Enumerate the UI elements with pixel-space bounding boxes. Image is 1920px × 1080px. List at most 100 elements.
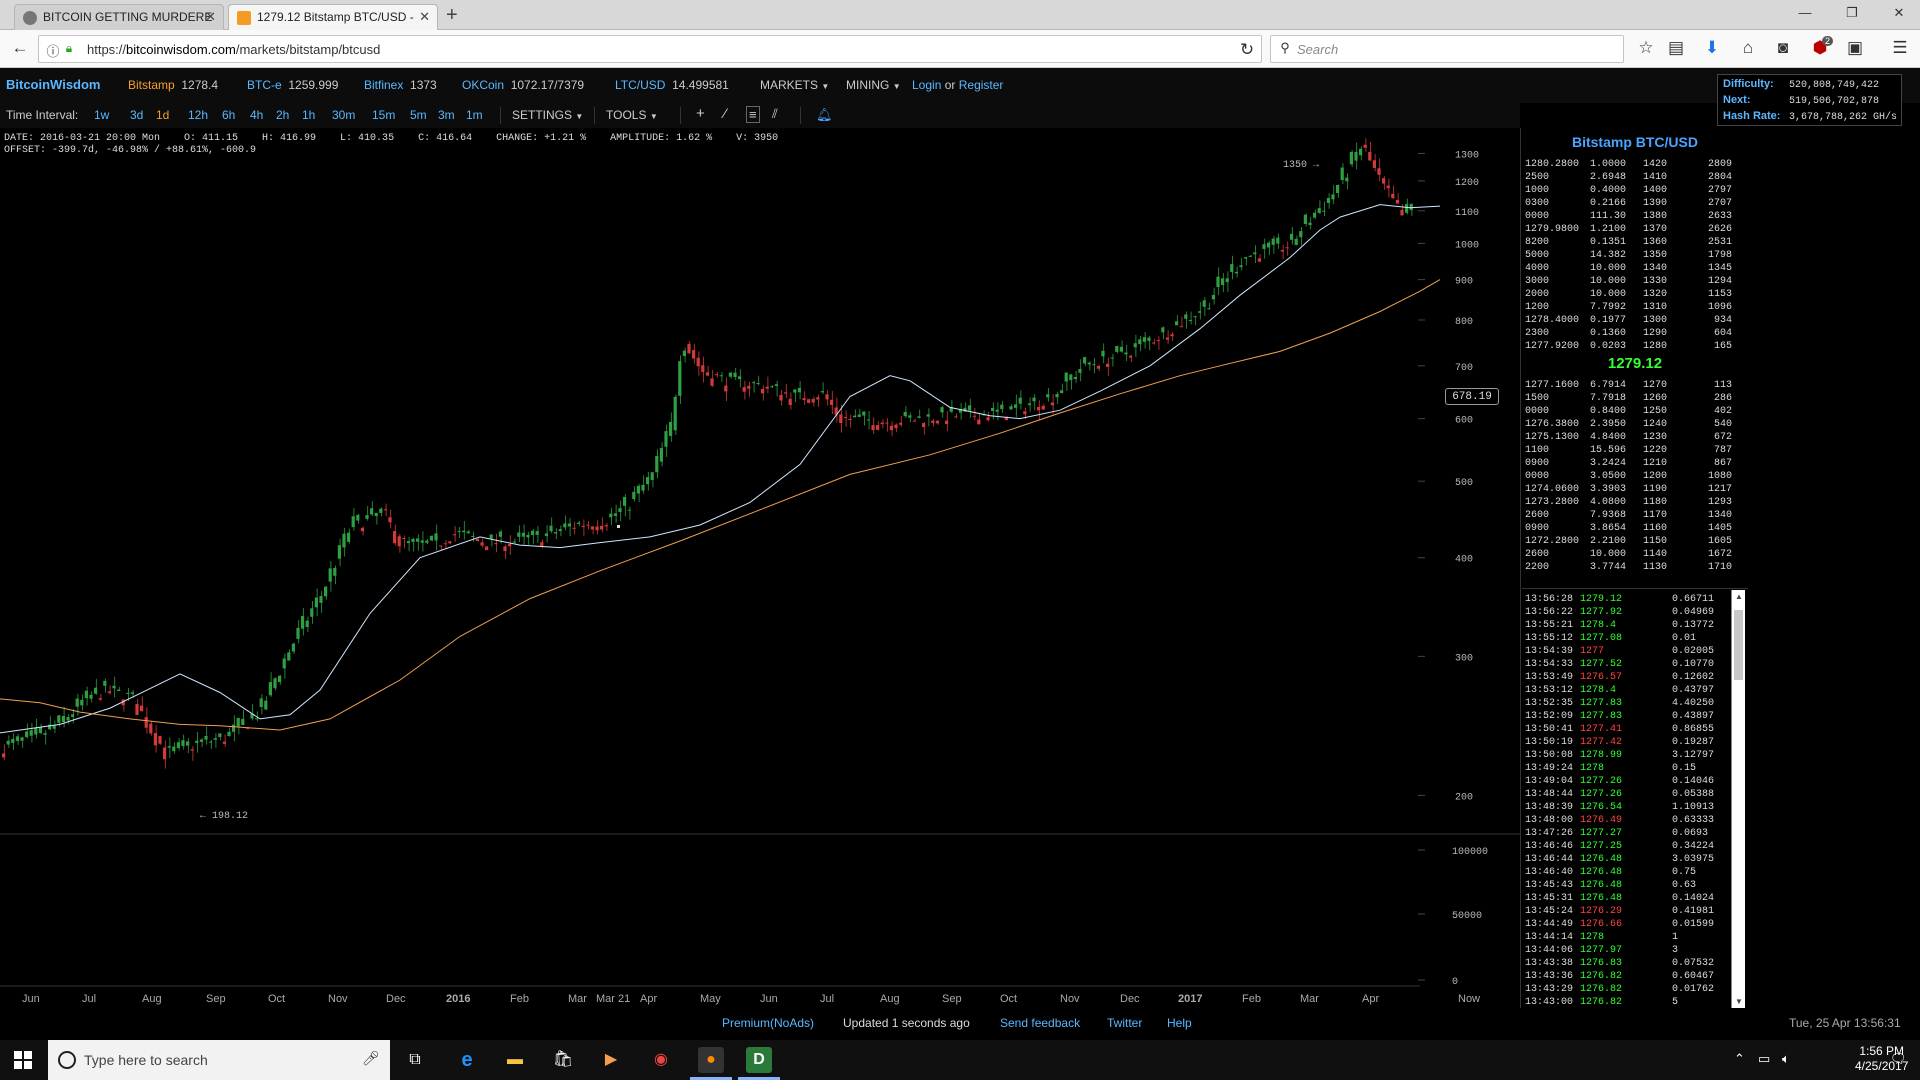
interval-3m[interactable]: 3m (438, 108, 455, 122)
interval-1w[interactable]: 1w (94, 108, 109, 122)
pocket-icon[interactable]: ◙ (1771, 38, 1795, 58)
market-btce[interactable]: BTC-e 1259.999 (247, 78, 338, 92)
firefox-icon[interactable]: ● (698, 1047, 724, 1073)
close-tab-icon[interactable]: ✕ (419, 9, 430, 25)
hline-tool-icon[interactable]: ≡ (746, 106, 760, 123)
close-tab-icon[interactable]: ✕ (205, 9, 216, 25)
minimize-icon[interactable]: — (1795, 5, 1815, 20)
home-icon[interactable]: ⌂ (1736, 38, 1760, 58)
interval-5m[interactable]: 5m (410, 108, 427, 122)
notifications-icon[interactable]: 🗨︎ (1890, 1051, 1907, 1067)
ask-row[interactable]: 2000 10.000 1320 1153 (1522, 288, 1748, 301)
browser-tab-1[interactable]: BITCOIN GETTING MURDERE ✕ (14, 4, 224, 30)
scroll-down-icon[interactable]: ▼ (1735, 997, 1743, 1006)
edge-icon[interactable]: e (454, 1047, 480, 1073)
extension-icon[interactable]: ▣ (1843, 38, 1867, 58)
interval-1d[interactable]: 1d (156, 108, 169, 122)
restore-icon[interactable]: ❐ (1842, 5, 1862, 21)
browser-tab-2[interactable]: 1279.12 Bitstamp BTC/USD - ✕ (228, 4, 438, 30)
ask-row[interactable]: 2300 0.1360 1290 604 (1522, 327, 1748, 340)
ask-row[interactable]: 5000 14.382 1350 1798 (1522, 249, 1748, 262)
file-explorer-icon[interactable]: ▬ (502, 1047, 528, 1073)
ask-row[interactable]: 1277.9200 0.0203 1280 165 (1522, 340, 1748, 353)
scroll-thumb[interactable] (1734, 610, 1743, 680)
microphone-icon[interactable]: 🎤︎ (362, 1050, 380, 1067)
interval-1h[interactable]: 1h (302, 108, 315, 122)
scroll-up-icon[interactable]: ▲ (1735, 592, 1743, 601)
interval-30m[interactable]: 30m (332, 108, 355, 122)
menu-icon[interactable]: ☰ (1888, 38, 1912, 58)
ask-row[interactable]: 2500 2.6948 1410 2804 (1522, 171, 1748, 184)
bid-row[interactable]: 0000 0.8400 1250 402 (1522, 405, 1748, 418)
settings-menu[interactable]: SETTINGS ▼ (512, 108, 583, 122)
tray-up-arrow-icon[interactable]: ⌃ (1734, 1051, 1745, 1067)
back-icon[interactable]: ← (8, 38, 32, 58)
bid-row[interactable]: 1277.1600 6.7914 1270 113 (1522, 379, 1748, 392)
url-bar[interactable]: ⓘ 🔒︎ https://bitcoinwisdom.com/markets/b… (38, 35, 1262, 63)
interval-4h[interactable]: 4h (250, 108, 263, 122)
line-tool-icon[interactable]: ⁄ (724, 105, 726, 121)
store-icon[interactable]: 🛍︎ (550, 1047, 576, 1073)
ask-row[interactable]: 8200 0.1351 1360 2531 (1522, 236, 1748, 249)
mining-menu[interactable]: MINING ▼ (846, 78, 901, 92)
ask-row[interactable]: 0000 111.30 1380 2633 (1522, 210, 1748, 223)
new-tab-icon[interactable]: + (446, 4, 458, 27)
ask-row[interactable]: 1278.4000 0.1977 1300 934 (1522, 314, 1748, 327)
crosshair-tool-icon[interactable]: + (696, 105, 705, 122)
d-app-icon[interactable]: D (746, 1047, 772, 1073)
brand-link[interactable]: BitcoinWisdom (6, 77, 101, 92)
bid-row[interactable]: 1274.0600 3.3903 1190 1217 (1522, 483, 1748, 496)
interval-6h[interactable]: 6h (222, 108, 235, 122)
ask-row[interactable]: 3000 10.000 1330 1294 (1522, 275, 1748, 288)
bid-row[interactable]: 1276.3800 2.3950 1240 540 (1522, 418, 1748, 431)
download-icon[interactable]: ⬇ (1700, 38, 1724, 58)
market-ltcusd[interactable]: LTC/USD 14.499581 (615, 78, 729, 92)
bid-row[interactable]: 1275.1300 4.8400 1230 672 (1522, 431, 1748, 444)
ask-row[interactable]: 1200 7.7992 1310 1096 (1522, 301, 1748, 314)
bid-row[interactable]: 1273.2800 4.0800 1180 1293 (1522, 496, 1748, 509)
bid-row[interactable]: 2600 7.9368 1170 1340 (1522, 509, 1748, 522)
bid-row[interactable]: 0900 3.8654 1160 1405 (1522, 522, 1748, 535)
reading-list-icon[interactable]: ▤ (1664, 38, 1688, 58)
login-link[interactable]: Login (912, 78, 941, 92)
market-bitstamp[interactable]: Bitstamp 1278.4 (128, 78, 218, 92)
bid-row[interactable]: 2600 10.000 1140 1672 (1522, 548, 1748, 561)
volume-icon[interactable]: 🔈︎ (1782, 1051, 1790, 1067)
chrome-icon[interactable]: ◉ (648, 1047, 674, 1073)
bid-row[interactable]: 2200 3.7744 1130 1710 (1522, 561, 1748, 574)
twitter-link[interactable]: Twitter (1107, 1016, 1142, 1030)
ask-row[interactable]: 1000 0.4000 1400 2797 (1522, 184, 1748, 197)
price-chart[interactable]: 1300 1200 1100 1000 900 800 700 600 500 400 300 200… (0, 128, 1520, 1008)
network-icon[interactable]: ▭ (1758, 1051, 1770, 1067)
media-player-icon[interactable]: ▶ (598, 1047, 624, 1073)
register-link[interactable]: Register (959, 78, 1004, 92)
bookmark-star-icon[interactable]: ☆ (1634, 38, 1658, 58)
interval-2h[interactable]: 2h (276, 108, 289, 122)
close-window-icon[interactable]: ✕ (1889, 5, 1909, 21)
tools-menu[interactable]: TOOLS ▼ (606, 108, 658, 122)
market-bitfinex[interactable]: Bitfinex 1373 (364, 78, 437, 92)
ask-row[interactable]: 1279.9800 1.2100 1370 2626 (1522, 223, 1748, 236)
interval-3d[interactable]: 3d (130, 108, 143, 122)
interval-12h[interactable]: 12h (188, 108, 208, 122)
bid-row[interactable]: 1500 7.7918 1260 286 (1522, 392, 1748, 405)
taskbar-search-input[interactable]: Type here to search 🎤︎ (48, 1040, 390, 1080)
reload-icon[interactable]: ↻ (1235, 40, 1259, 60)
alert-bell-icon[interactable]: 🔔︎ (816, 107, 833, 123)
ask-row[interactable]: 1280.2800 1.0000 1420 2809 (1522, 158, 1748, 171)
task-view-icon[interactable]: ⧉ (402, 1047, 428, 1073)
bid-row[interactable]: 0000 3.0500 1200 1080 (1522, 470, 1748, 483)
bid-row[interactable]: 1100 15.596 1220 787 (1522, 444, 1748, 457)
ask-row[interactable]: 4000 10.000 1340 1345 (1522, 262, 1748, 275)
markets-menu[interactable]: MARKETS ▼ (760, 78, 829, 92)
windows-start-icon[interactable] (14, 1051, 32, 1069)
bid-row[interactable]: 0900 3.2424 1210 867 (1522, 457, 1748, 470)
ask-row[interactable]: 0300 0.2166 1390 2707 (1522, 197, 1748, 210)
bid-row[interactable]: 1272.2800 2.2100 1150 1605 (1522, 535, 1748, 548)
fib-tool-icon[interactable]: ⫽ (772, 106, 778, 122)
premium-link[interactable]: Premium(NoAds) (722, 1016, 814, 1030)
browser-search-input[interactable]: ⚲ Search (1270, 35, 1624, 63)
trades-scrollbar[interactable]: ▲ ▼ (1731, 590, 1745, 1008)
help-link[interactable]: Help (1167, 1016, 1192, 1030)
feedback-link[interactable]: Send feedback (1000, 1016, 1080, 1030)
